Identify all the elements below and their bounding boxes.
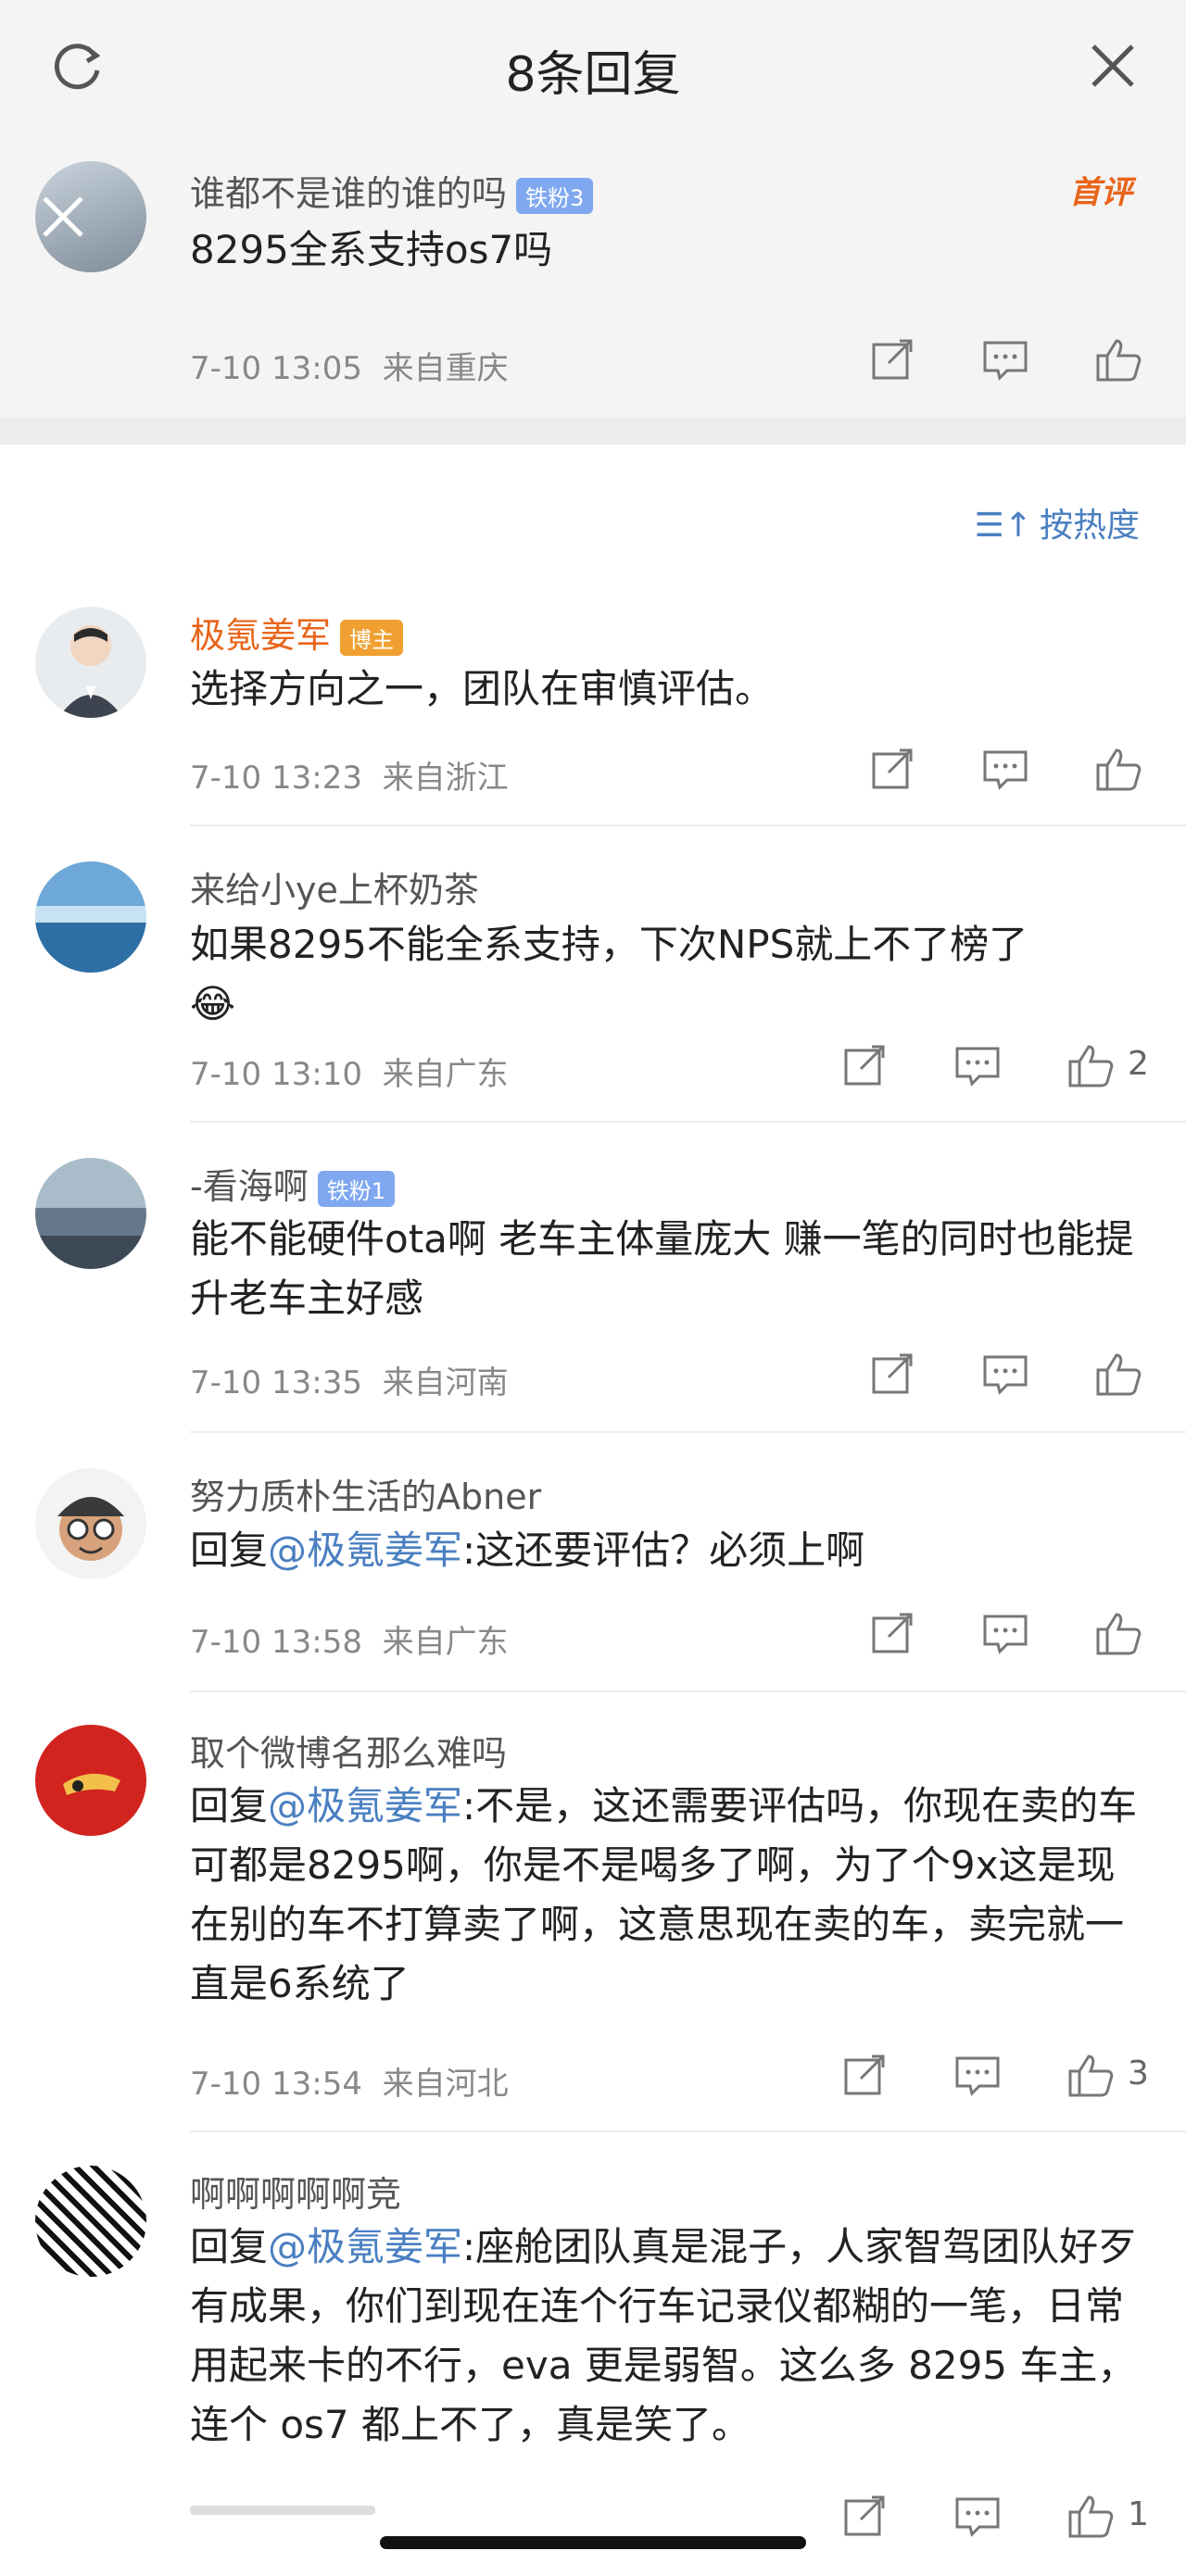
like-icon[interactable] xyxy=(1065,2049,1117,2101)
divider xyxy=(190,1690,1186,1692)
sort-icon: ☰↑ xyxy=(974,507,1032,545)
close-icon[interactable] xyxy=(1086,39,1140,93)
reply-actions xyxy=(866,1348,1154,1403)
blurred-meta xyxy=(190,2506,375,2515)
top-bar: 8条回复 xyxy=(0,0,1186,139)
reply-text: 能不能硬件ota啊 老车主体量庞大 赚一笔的同时也能提升老车主好感 xyxy=(190,1216,1134,1321)
avatar[interactable] xyxy=(35,161,146,272)
close-icon xyxy=(43,196,83,237)
comment-icon[interactable] xyxy=(979,333,1031,385)
reply-text: 回复@极氪姜军:这还要评估？必须上啊 xyxy=(190,1527,865,1573)
reply-actions xyxy=(866,743,1154,798)
divider xyxy=(190,824,1186,826)
username[interactable]: -看海啊 铁粉1 xyxy=(190,1158,395,1209)
reply-text: 选择方向之一，团队在审慎评估。 xyxy=(190,666,775,711)
divider xyxy=(190,2130,1186,2132)
username[interactable]: 来给小ye上杯奶茶 xyxy=(190,861,479,912)
like-count: 3 xyxy=(1128,2055,1149,2092)
like-count: 1 xyxy=(1128,2495,1149,2533)
reply-text: 如果8295不能全系支持，下次NPS就上不了榜了 😂 xyxy=(190,922,1028,1026)
avatar[interactable] xyxy=(35,861,146,973)
reply-meta: 7-10 13:35 来自河南 xyxy=(190,1364,509,1401)
avatar[interactable] xyxy=(35,607,146,718)
comment-icon[interactable] xyxy=(979,1348,1031,1400)
username[interactable]: 谁都不是谁的谁的吗 铁粉3 xyxy=(190,165,594,216)
avatar[interactable] xyxy=(35,1725,146,1836)
username[interactable]: 努力质朴生活的Abner xyxy=(190,1468,541,1519)
username[interactable]: 极氪姜军 博主 xyxy=(190,607,404,658)
home-indicator xyxy=(380,2536,806,2549)
comment-icon[interactable] xyxy=(979,743,1031,795)
comment-icon[interactable] xyxy=(952,2049,1003,2101)
blogger-badge: 博主 xyxy=(340,620,404,656)
like-icon[interactable] xyxy=(1065,1039,1117,1091)
share-icon[interactable] xyxy=(866,1348,918,1400)
fan-badge: 铁粉3 xyxy=(516,178,594,214)
comment-actions xyxy=(866,333,1154,389)
mention-link[interactable]: @极氪姜军 xyxy=(268,2224,462,2269)
first-comment-tag: 首评 xyxy=(1069,174,1132,211)
comment-icon[interactable] xyxy=(952,2490,1003,2542)
like-icon[interactable] xyxy=(1065,2490,1117,2542)
fan-badge: 铁粉1 xyxy=(317,1171,395,1207)
reply-actions: 2 xyxy=(839,1039,1154,1095)
sort-button[interactable]: ☰↑ 按热度 xyxy=(975,498,1140,547)
like-icon[interactable] xyxy=(1092,1607,1144,1659)
avatar[interactable] xyxy=(35,2166,146,2277)
main-comment: 谁都不是谁的谁的吗 铁粉3 首评 8295全系支持os7吗 7-10 13:05 … xyxy=(0,139,1186,417)
comment-icon[interactable] xyxy=(979,1607,1031,1659)
section-gap xyxy=(0,417,1186,445)
divider xyxy=(190,1431,1186,1433)
reply-meta: 7-10 13:58 来自广东 xyxy=(190,1624,509,1661)
laugh-emoji: 😂 xyxy=(190,981,236,1026)
page-title: 8条回复 xyxy=(505,47,681,103)
avatar[interactable] xyxy=(35,1468,146,1579)
like-count: 2 xyxy=(1128,1045,1149,1083)
reply-meta: 7-10 13:10 来自广东 xyxy=(190,1056,509,1093)
share-icon[interactable] xyxy=(839,2490,890,2542)
share-icon[interactable] xyxy=(839,2049,890,2101)
username[interactable]: 啊啊啊啊啊竞 xyxy=(190,2166,401,2217)
reply-actions xyxy=(866,1607,1154,1663)
comment-text: 8295全系支持os7吗 xyxy=(190,227,553,272)
mention-link[interactable]: @极氪姜军 xyxy=(268,1783,462,1828)
reply-actions: 3 xyxy=(839,2049,1154,2105)
share-icon[interactable] xyxy=(866,1607,918,1659)
reply-text: 回复@极氪姜军:不是，这还需要评估吗，你现在卖的车可都是8295啊，你是不是喝多… xyxy=(190,1783,1138,2006)
reply-meta: 7-10 13:54 来自河北 xyxy=(190,2066,509,2103)
comment-icon[interactable] xyxy=(952,1039,1003,1091)
reply-meta: 7-10 13:23 来自浙江 xyxy=(190,760,509,797)
share-icon[interactable] xyxy=(866,333,918,385)
mention-link[interactable]: @极氪姜军 xyxy=(268,1527,462,1573)
comment-meta: 7-10 13:05 来自重庆 xyxy=(190,350,509,387)
username[interactable]: 取个微博名那么难吗 xyxy=(190,1725,507,1776)
divider xyxy=(190,1121,1186,1123)
share-icon[interactable] xyxy=(866,743,918,795)
like-icon[interactable] xyxy=(1092,1348,1144,1400)
like-icon[interactable] xyxy=(1092,743,1144,795)
reply-text: 回复@极氪姜军:座舱团队真是混子，人家智驾团队好歹有成果，你们到现在连个行车记录… xyxy=(190,2224,1138,2447)
reply-actions: 1 xyxy=(839,2490,1154,2545)
share-icon[interactable] xyxy=(839,1039,890,1091)
avatar[interactable] xyxy=(35,1158,146,1269)
like-icon[interactable] xyxy=(1092,333,1144,385)
